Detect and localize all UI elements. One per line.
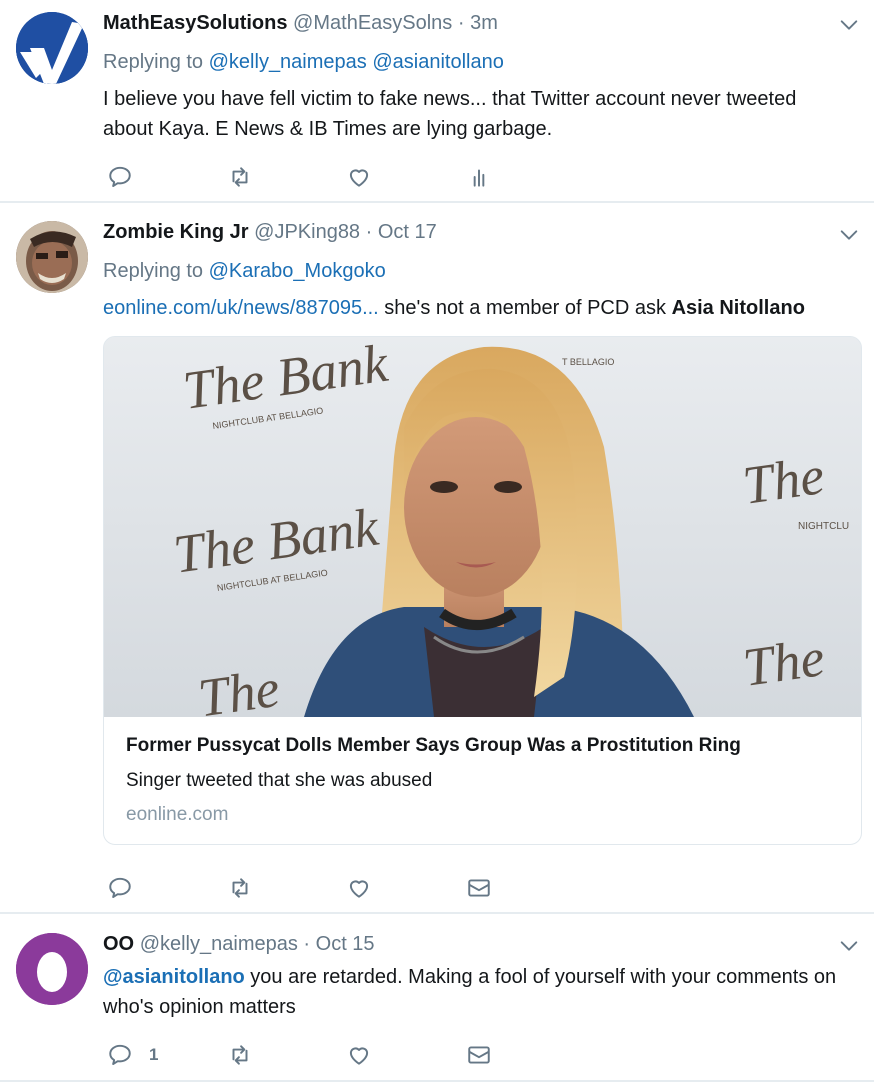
like-icon [346,164,372,190]
tweet-actions [103,873,523,903]
separator-dot: · [457,12,465,34]
avatar[interactable] [16,221,88,293]
retweet-icon [227,875,253,901]
message-icon [466,1042,492,1068]
mention-link[interactable]: @Karabo_Mokgoko [209,260,386,282]
replying-to: Replying to @kelly_naimepas @asianitolla… [103,51,504,74]
card-description: Singer tweeted that she was abused [126,770,433,791]
checkmark-logo-icon [16,12,88,84]
mention-link[interactable]: @asianitollano [103,966,245,988]
retweet-button[interactable] [227,1040,253,1070]
tweet-text: @asianitollano you are retarded. Making … [103,962,843,1022]
zombie-face-icon [16,221,88,293]
display-name[interactable]: OO [103,933,134,955]
reply-count: 1 [149,1045,159,1064]
tweet-oo[interactable]: OO @kelly_naimepas · Oct 15 @asianitolla… [0,914,874,1082]
mention-link[interactable]: @kelly_naimepas [209,51,367,73]
url-link[interactable]: eonline.com/uk/news/887095... [103,297,379,319]
like-icon [346,875,372,901]
backdrop-text: NIGHTCLU [798,521,849,532]
user-handle[interactable]: @JPKing88 [254,221,360,243]
reply-icon [107,875,133,901]
chevron-down-icon[interactable] [838,224,860,246]
card-image: The Bank NIGHTCLUB AT BELLAGIO The Bank … [104,337,861,717]
backdrop-text: The [739,445,828,516]
reply-button[interactable] [107,162,133,192]
reply-button[interactable]: 1 [107,1040,158,1070]
retweet-icon [227,1042,253,1068]
mention-link[interactable]: @asianitollano [372,51,504,73]
card-photo: The Bank NIGHTCLUB AT BELLAGIO The Bank … [104,337,861,717]
timestamp[interactable]: 3m [470,12,498,34]
retweet-button[interactable] [227,162,253,192]
retweet-icon [227,164,253,190]
like-button[interactable] [346,1040,372,1070]
tweet-text: I believe you have fell victim to fake n… [103,88,797,140]
message-button[interactable] [466,1040,492,1070]
card-domain: eonline.com [126,804,229,825]
avatar[interactable] [16,933,88,1005]
separator-dot: · [365,221,373,243]
analytics-icon [466,164,492,190]
tweet-header: Zombie King Jr @JPKing88 · Oct 17 [103,221,437,244]
message-icon [466,875,492,901]
backdrop-text: The [195,658,284,717]
backdrop-text: T BELLAGIO [562,357,614,367]
tweet-mathesaysolutions[interactable]: MathEasySolutions @MathEasySolns · 3m Re… [0,0,874,200]
tweet-actions: 1 [103,1040,523,1070]
tweet-header: MathEasySolutions @MathEasySolns · 3m [103,12,498,35]
tweet-actions [103,162,523,192]
egg-avatar-icon [16,933,88,1005]
like-button[interactable] [346,873,372,903]
replying-label: Replying to [103,260,204,282]
reply-button[interactable] [107,873,133,903]
reply-icon [107,1042,133,1068]
avatar[interactable] [16,12,88,84]
link-card[interactable]: The Bank NIGHTCLUB AT BELLAGIO The Bank … [103,336,862,845]
retweet-button[interactable] [227,873,253,903]
like-button[interactable] [346,162,372,192]
tweet-text: eonline.com/uk/news/887095... she's not … [103,293,843,323]
like-icon [346,1042,372,1068]
chevron-down-icon[interactable] [838,935,860,957]
chevron-down-icon[interactable] [838,14,860,36]
display-name[interactable]: MathEasySolutions [103,12,287,34]
card-title[interactable]: Former Pussycat Dolls Member Says Group … [126,735,741,757]
timestamp[interactable]: Oct 17 [378,221,437,243]
user-handle[interactable]: @kelly_naimepas [140,933,298,955]
tweet-text-body: she's not a member of PCD ask [378,297,672,319]
display-name[interactable]: Zombie King Jr [103,221,249,243]
user-handle[interactable]: @MathEasySolns [293,12,452,34]
replying-to: Replying to @Karabo_Mokgoko [103,260,386,283]
message-button[interactable] [466,873,492,903]
separator-dot: · [303,933,311,955]
timestamp[interactable]: Oct 15 [316,933,375,955]
bold-mention: Asia Nitollano [671,297,805,319]
tweet-zombiekingjr[interactable]: Zombie King Jr @JPKing88 · Oct 17 Replyi… [0,203,874,913]
tweet-header: OO @kelly_naimepas · Oct 15 [103,933,375,956]
replying-label: Replying to [103,51,204,73]
analytics-button[interactable] [466,162,492,192]
backdrop-text: The [739,627,828,698]
reply-icon [107,164,133,190]
